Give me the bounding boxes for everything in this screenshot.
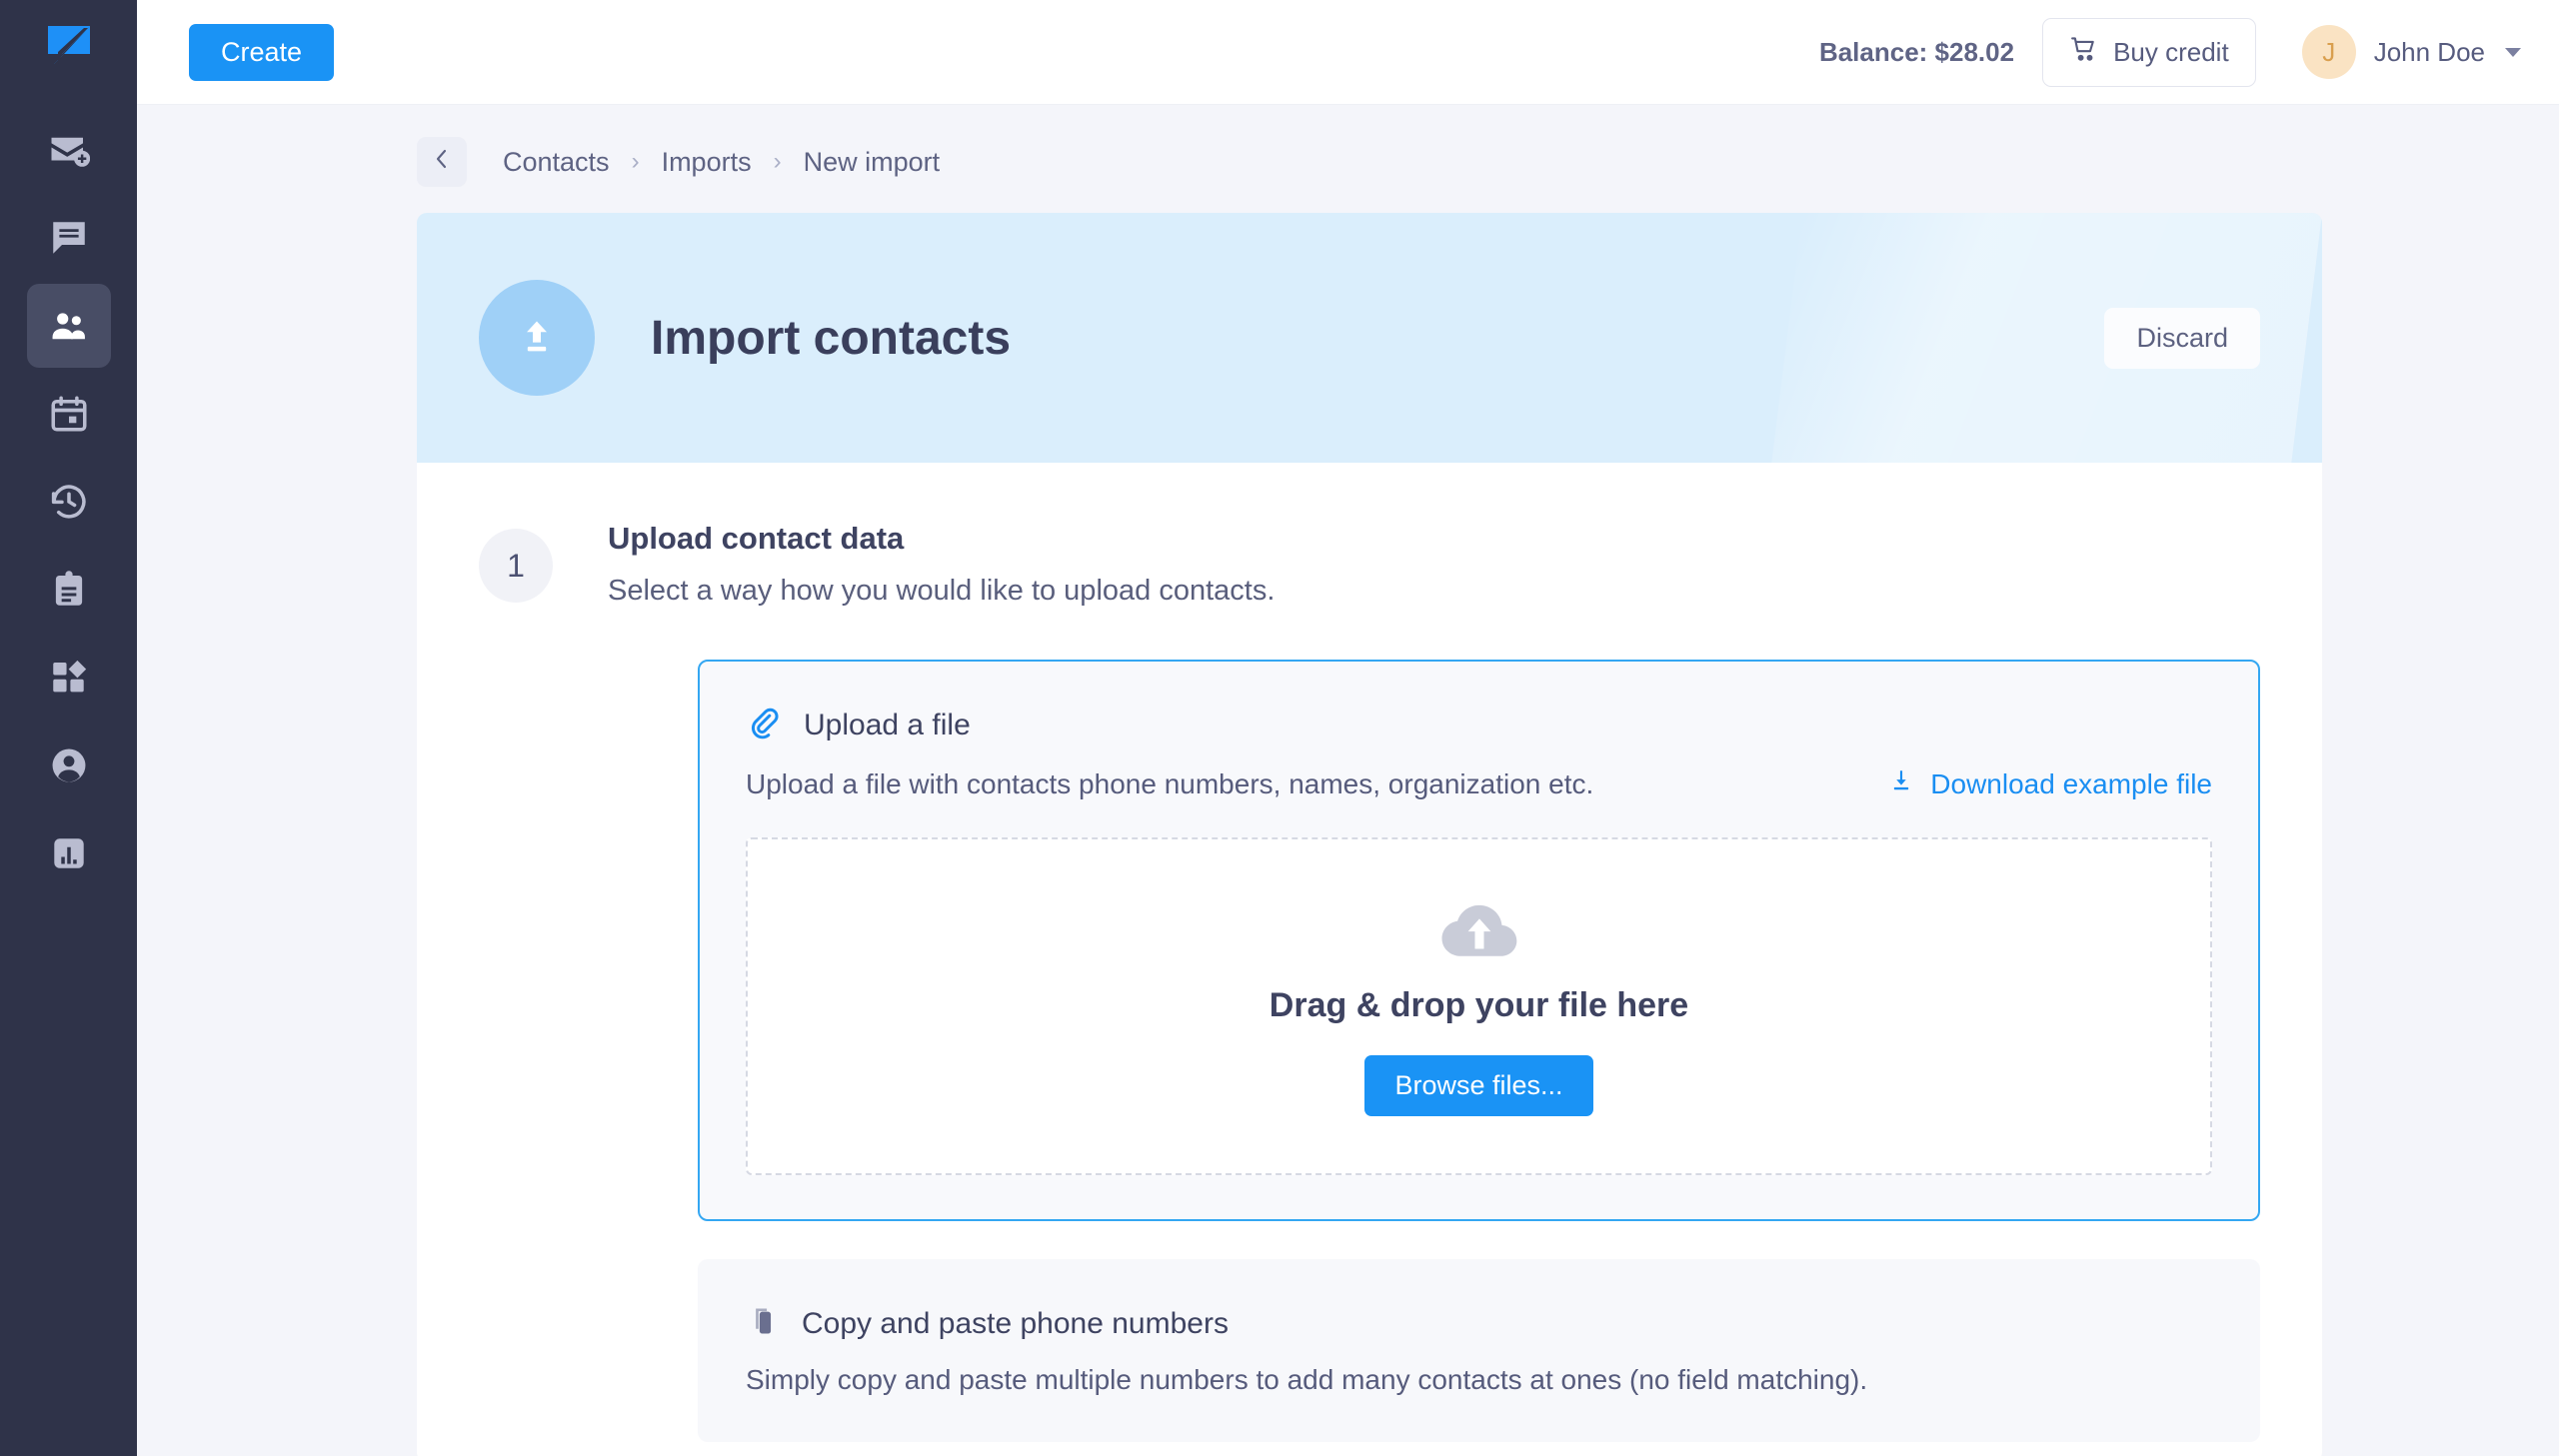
sidebar-item-reports[interactable] <box>27 548 111 632</box>
discard-button[interactable]: Discard <box>2104 307 2260 369</box>
sidebar-item-conversations[interactable] <box>27 196 111 280</box>
option-description: Upload a file with contacts phone number… <box>746 767 1594 799</box>
paperclip-icon <box>746 706 780 744</box>
main-column: Create Balance: $28.02 Buy credit J John… <box>137 0 2559 1456</box>
shopping-cart-icon <box>2069 34 2099 71</box>
user-menu[interactable]: J John Doe <box>2301 25 2521 79</box>
calendar-icon <box>48 393 90 435</box>
page-banner: Import contacts Discard <box>417 213 2322 463</box>
option-header: Copy and paste phone numbers <box>746 1305 2212 1342</box>
apps-icon <box>48 657 90 699</box>
balance-label: Balance: $28.02 <box>1818 36 2015 67</box>
breadcrumb-item-contacts[interactable]: Contacts <box>491 147 622 178</box>
download-example-file-link[interactable]: Download example file <box>1888 766 2212 801</box>
speech-bubble-logo[interactable] <box>35 10 103 78</box>
upload-options: Upload a file Upload a file with contact… <box>479 660 2260 1442</box>
chevron-down-icon <box>2505 47 2521 57</box>
sidebar <box>0 0 137 1456</box>
option-description-row: Upload a file with contacts phone number… <box>746 766 2212 801</box>
mail-add-icon <box>48 129 90 171</box>
download-example-file-label: Download example file <box>1930 767 2212 799</box>
avatar: J <box>2301 25 2356 79</box>
step-title: Upload contact data <box>608 521 905 556</box>
back-button[interactable] <box>417 137 467 187</box>
content-panel: 1 Upload contact data Select a way how y… <box>417 463 2322 1456</box>
chevron-left-icon <box>432 147 452 178</box>
file-dropzone[interactable]: Drag & drop your file here Browse files.… <box>746 837 2212 1175</box>
breadcrumb-item-imports[interactable]: Imports <box>650 147 764 178</box>
breadcrumb-separator: › <box>631 148 640 175</box>
option-header: Upload a file <box>746 706 2212 744</box>
option-card-copy-and-paste[interactable]: Copy and paste phone numbers Simply copy… <box>698 1259 2260 1442</box>
download-icon <box>1888 766 1914 801</box>
contacts-icon <box>48 305 90 347</box>
page-title: Import contacts <box>651 311 1012 365</box>
sidebar-item-history[interactable] <box>27 460 111 544</box>
sidebar-item-account[interactable] <box>27 724 111 807</box>
option-title: Upload a file <box>804 708 971 741</box>
step-text: Upload contact data Select a way how you… <box>608 521 1275 608</box>
history-icon <box>48 481 90 523</box>
dropzone-title: Drag & drop your file here <box>1269 985 1689 1024</box>
step-number-badge: 1 <box>479 529 553 603</box>
breadcrumb: Contacts › Imports › New import <box>137 105 2559 213</box>
browse-files-button[interactable]: Browse files... <box>1364 1054 1593 1116</box>
option-title: Copy and paste phone numbers <box>802 1306 1229 1340</box>
option-description: Simply copy and paste multiple numbers t… <box>746 1364 1868 1395</box>
option-description-row: Simply copy and paste multiple numbers t… <box>746 1364 2212 1396</box>
buy-credit-button[interactable]: Buy credit <box>2042 17 2256 87</box>
sidebar-item-contacts[interactable] <box>26 284 111 368</box>
breadcrumb-separator: › <box>773 148 782 175</box>
clipboard-icon <box>48 569 90 611</box>
sidebar-item-analytics[interactable] <box>27 811 111 895</box>
chat-icon <box>48 217 90 259</box>
create-button[interactable]: Create <box>189 23 335 81</box>
user-name: John Doe <box>2373 36 2485 67</box>
account-circle-icon <box>48 744 90 786</box>
copy-icon <box>746 1305 778 1342</box>
app-root: Create Balance: $28.02 Buy credit J John… <box>0 0 2559 1456</box>
page-body: Contacts › Imports › New import Import c… <box>137 105 2559 1456</box>
content-wrapper: Import contacts Discard 1 Upload contact… <box>137 213 2559 1456</box>
step-header: 1 Upload contact data Select a way how y… <box>479 521 2260 608</box>
analytics-icon <box>48 832 90 874</box>
upload-icon <box>479 280 595 396</box>
cloud-upload-icon <box>1440 897 1518 964</box>
step-subtitle: Select a way how you would like to uploa… <box>608 575 1276 607</box>
top-bar: Create Balance: $28.02 Buy credit J John… <box>137 0 2559 105</box>
sidebar-item-campaigns[interactable] <box>27 372 111 456</box>
sidebar-item-send-message[interactable] <box>27 108 111 192</box>
option-card-upload-a-file[interactable]: Upload a file Upload a file with contact… <box>698 660 2260 1221</box>
sidebar-item-apps[interactable] <box>27 636 111 720</box>
buy-credit-label: Buy credit <box>2113 36 2229 67</box>
breadcrumb-item-new-import: New import <box>803 146 941 177</box>
